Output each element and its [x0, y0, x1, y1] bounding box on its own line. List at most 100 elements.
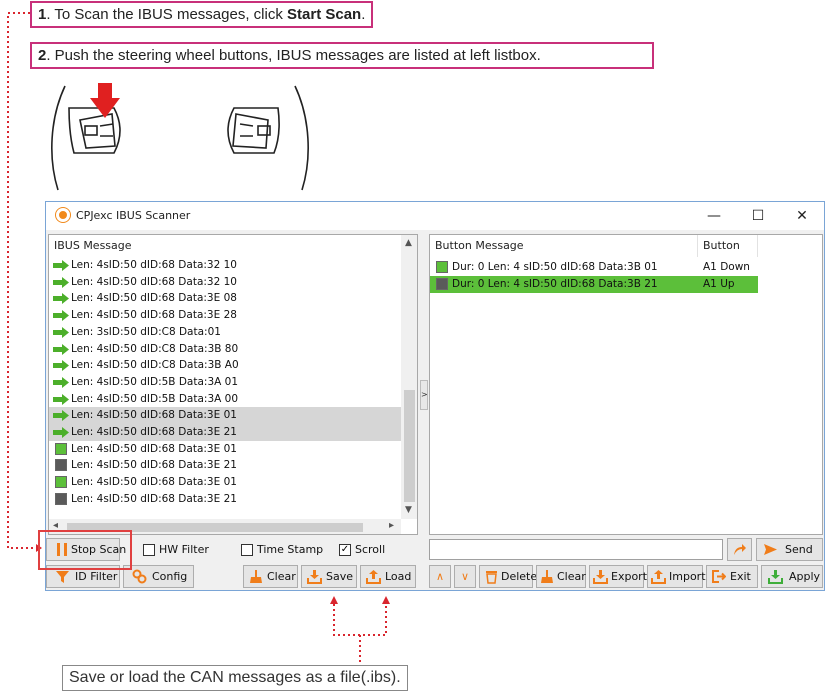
ibus-message-text: Len: 4sID:50 dID:C8 Data:3B 80 — [71, 342, 239, 355]
ibus-message-row[interactable]: Len: 4sID:50 dID:68 Data:32 10 — [49, 257, 401, 274]
upload-icon — [366, 570, 381, 584]
time-stamp-checkbox[interactable] — [241, 544, 253, 556]
ibus-message-row[interactable]: Len: 4sID:50 dID:C8 Data:3B 80 — [49, 341, 401, 358]
button-message-row[interactable]: Dur: 0 Len: 4 sID:50 dID:68 Data:3B 21 A1… — [430, 276, 758, 293]
ibus-message-row[interactable]: Len: 4sID:50 dID:68 Data:32 10 — [49, 274, 401, 291]
ibus-message-row[interactable]: Len: 4sID:50 dID:5B Data:3A 00 — [49, 391, 401, 408]
close-button[interactable]: ✕ — [780, 202, 824, 230]
connector-save-load — [333, 604, 387, 636]
send-history-button[interactable] — [727, 538, 752, 561]
save-button[interactable]: Save — [301, 565, 357, 588]
apply-label: Apply — [789, 570, 821, 583]
apply-button[interactable]: Apply — [761, 565, 823, 588]
ibus-message-text: Len: 4sID:50 dID:68 Data:3E 01 — [71, 409, 237, 422]
maximize-button[interactable]: ☐ — [736, 202, 780, 230]
connector-step1 — [7, 12, 36, 549]
left-vertical-scrollbar[interactable]: ▲ ▼ — [401, 235, 417, 519]
export-button[interactable]: Export — [589, 565, 647, 588]
ibus-message-text: Len: 4sID:50 dID:5B Data:3A 00 — [71, 392, 239, 405]
green-arrow-icon — [53, 310, 69, 322]
button-message-header[interactable]: Button Message — [430, 235, 698, 257]
hw-filter-checkbox[interactable] — [143, 544, 155, 556]
move-up-button[interactable]: ∧ — [429, 565, 451, 588]
move-down-button[interactable]: ∨ — [454, 565, 476, 588]
splitter[interactable]: > — [420, 234, 428, 535]
gears-icon — [132, 569, 147, 584]
trash-icon — [486, 571, 497, 584]
gray-square-icon — [436, 278, 448, 290]
ibus-message-row[interactable]: Len: 4sID:50 dID:C8 Data:3B A0 — [49, 357, 401, 374]
config-label: Config — [152, 570, 188, 583]
splitter-toggle[interactable]: > — [420, 380, 428, 410]
clear-right-button[interactable]: Clear — [536, 565, 586, 588]
ibus-message-text: Len: 4sID:50 dID:68 Data:3E 01 — [71, 442, 237, 455]
ibus-message-row[interactable]: Len: 4sID:50 dID:68 Data:3E 21 — [49, 457, 401, 474]
gray-square-icon — [55, 492, 67, 505]
ibus-message-row[interactable]: Len: 4sID:50 dID:68 Data:3E 01 — [49, 441, 401, 458]
broom-icon — [541, 570, 553, 583]
button-message-row[interactable]: Dur: 0 Len: 4 sID:50 dID:68 Data:3B 01 A1… — [430, 259, 758, 276]
curved-arrow-icon — [734, 544, 746, 555]
export-icon — [593, 570, 608, 584]
button-header[interactable]: Button — [698, 235, 758, 257]
ibus-message-row[interactable]: Len: 4sID:50 dID:68 Data:3E 08 — [49, 290, 401, 307]
save-label: Save — [326, 570, 354, 583]
config-button[interactable]: Config — [123, 565, 194, 588]
ibus-message-text: Len: 4sID:50 dID:68 Data:3E 08 — [71, 292, 237, 305]
broom-icon — [250, 570, 262, 583]
scroll-right-icon[interactable]: ▸ — [389, 520, 394, 531]
import-label: Import — [669, 570, 706, 583]
green-arrow-icon — [53, 326, 69, 338]
button-message-text: Dur: 0 Len: 4 sID:50 dID:68 Data:3B 01 — [452, 261, 658, 273]
delete-label: Delete — [501, 570, 538, 583]
scroll-label[interactable]: Scroll — [355, 543, 385, 556]
ibus-message-row[interactable]: Len: 4sID:50 dID:68 Data:3E 01 — [49, 474, 401, 491]
ibus-message-row[interactable]: Len: 4sID:50 dID:68 Data:3E 28 — [49, 307, 401, 324]
ibus-message-text: Len: 4sID:50 dID:68 Data:3E 28 — [71, 309, 237, 322]
ibus-message-text: Len: 4sID:50 dID:68 Data:3E 21 — [71, 459, 237, 472]
ibus-message-text: Len: 4sID:50 dID:5B Data:3A 01 — [71, 375, 239, 388]
import-icon — [651, 570, 666, 584]
connector-arrowhead-save — [330, 596, 338, 604]
send-button[interactable]: Send — [756, 538, 823, 561]
button-message-text: Dur: 0 Len: 4 sID:50 dID:68 Data:3B 21 — [452, 278, 658, 290]
ibus-message-row[interactable]: Len: 4sID:50 dID:5B Data:3A 01 — [49, 374, 401, 391]
send-input[interactable] — [429, 539, 723, 560]
scroll-down-icon[interactable]: ▼ — [405, 505, 412, 515]
download-icon — [307, 570, 322, 584]
time-stamp-label[interactable]: Time Stamp — [257, 543, 323, 556]
left-vscroll-thumb[interactable] — [404, 390, 415, 502]
ibus-message-text: Len: 4sID:50 dID:68 Data:3E 21 — [71, 492, 237, 505]
button-name-text: A1 Down — [703, 261, 750, 273]
apply-icon — [768, 570, 783, 584]
steering-wheel-illustration — [51, 83, 309, 191]
ibus-message-row[interactable]: Len: 3sID:50 dID:C8 Data:01 — [49, 324, 401, 341]
ibus-message-row[interactable]: Len: 4sID:50 dID:68 Data:3E 21 — [49, 491, 401, 508]
title-bar: CPJexc IBUS Scanner — ☐ ✕ — [46, 202, 824, 230]
exit-label: Exit — [730, 570, 751, 583]
hw-filter-label[interactable]: HW Filter — [159, 543, 209, 556]
minimize-button[interactable]: — — [692, 202, 736, 230]
ibus-message-text: Len: 4sID:50 dID:68 Data:3E 01 — [71, 476, 237, 489]
load-button[interactable]: Load — [360, 565, 416, 588]
ibus-message-list[interactable]: IBUS Message Len: 4sID:50 dID:68 Data:32… — [48, 234, 418, 535]
ibus-message-header[interactable]: IBUS Message — [49, 235, 399, 257]
clear-left-button[interactable]: Clear — [243, 565, 298, 588]
ibus-message-row[interactable]: Len: 4sID:50 dID:68 Data:3E 21 — [49, 424, 401, 441]
import-button[interactable]: Import — [647, 565, 706, 588]
scroll-checkbox[interactable]: ✓ — [339, 544, 351, 556]
button-message-list[interactable]: Button Message Button Dur: 0 Len: 4 sID:… — [429, 234, 823, 535]
exit-button[interactable]: Exit — [706, 565, 758, 588]
button-name-text: A1 Up — [703, 278, 735, 290]
stop-scan-highlight — [38, 530, 132, 570]
filter-icon — [56, 571, 69, 583]
ibus-message-row[interactable]: Len: 4sID:50 dID:68 Data:3E 01 — [49, 407, 401, 425]
delete-button[interactable]: Delete — [479, 565, 537, 588]
clear-left-label: Clear — [267, 570, 296, 583]
green-arrow-icon — [53, 410, 69, 422]
green-arrow-icon — [53, 293, 69, 305]
green-arrow-icon — [53, 393, 69, 405]
green-arrow-icon — [53, 360, 69, 372]
scroll-up-icon[interactable]: ▲ — [405, 238, 412, 248]
clear-right-label: Clear — [557, 570, 586, 583]
